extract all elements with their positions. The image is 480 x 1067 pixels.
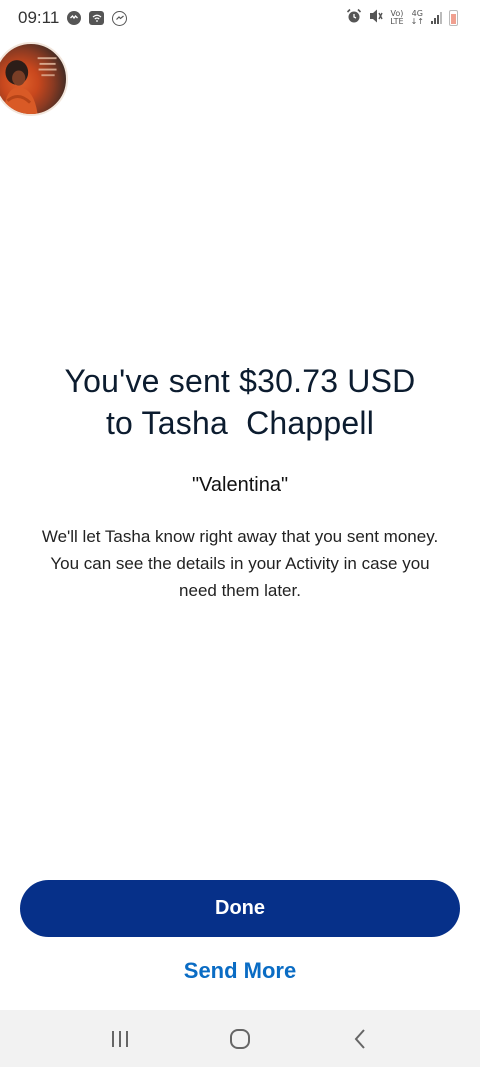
network-arrows: ↓↑	[410, 17, 424, 26]
mute-icon	[369, 8, 383, 29]
done-button[interactable]: Done	[20, 880, 460, 937]
send-more-link[interactable]: Send More	[0, 958, 480, 984]
volte-icon: Vo) LTE	[390, 10, 403, 26]
confirmation-description: We'll let Tasha know right away that you…	[41, 527, 439, 600]
status-left: 09:11	[18, 8, 128, 28]
4g-icon: 4G ↓↑	[411, 10, 424, 26]
recent-apps-icon[interactable]	[100, 1019, 140, 1059]
status-right: Vo) LTE 4G ↓↑	[346, 8, 458, 29]
chat-bubble-icon	[67, 11, 82, 25]
messenger-icon	[112, 10, 128, 26]
navigation-bar	[0, 1010, 480, 1067]
wifi-message-icon	[89, 11, 105, 25]
payment-note: "Valentina"	[191, 474, 289, 496]
status-time: 09:11	[18, 8, 60, 27]
profile-avatar[interactable]	[0, 42, 68, 116]
status-bar: 09:11 Vo) LTE 4G ↓↑	[0, 0, 480, 36]
back-icon[interactable]	[340, 1019, 380, 1059]
home-icon[interactable]	[220, 1019, 260, 1059]
confirmation-panel: You've sent $30.73 USD to Tasha Chappell…	[0, 360, 480, 604]
avatar-art	[3, 57, 57, 114]
alarm-icon	[346, 8, 362, 29]
battery-icon	[449, 10, 458, 26]
signal-icon	[431, 12, 442, 24]
lte-label: LTE	[390, 17, 404, 26]
confirmation-headline: You've sent $30.73 USD to Tasha Chappell	[64, 363, 416, 441]
